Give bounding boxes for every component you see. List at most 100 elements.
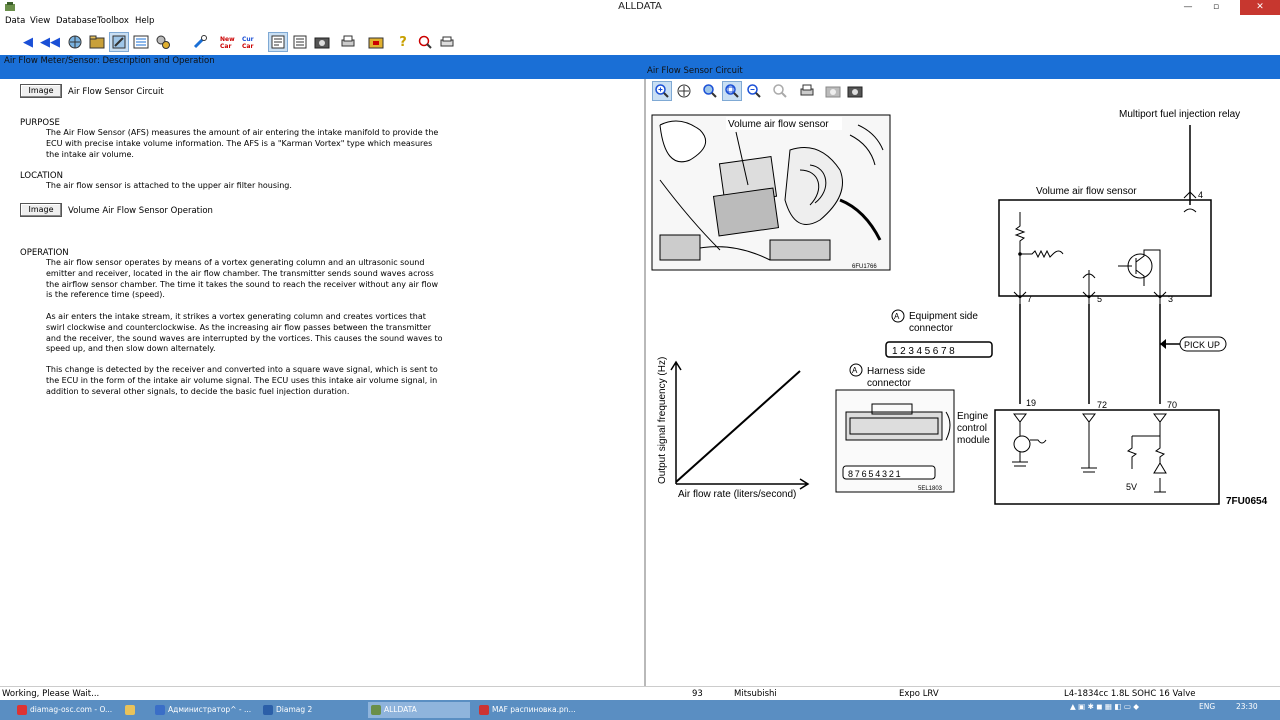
copy-image-icon[interactable] bbox=[823, 81, 843, 101]
status-engine: L4-1834cc 1.8L SOHC 16 Valve bbox=[1064, 689, 1196, 699]
taskbar-item-browser[interactable]: diamag-osc.com - O... bbox=[14, 702, 114, 718]
diamag-icon bbox=[263, 705, 273, 715]
back-all-icon[interactable]: ◀◀ bbox=[40, 32, 60, 52]
purpose-heading: PURPOSE bbox=[20, 118, 60, 128]
svg-text:Engine: Engine bbox=[957, 411, 989, 422]
window-title: ALLDATA bbox=[618, 1, 662, 12]
camera-icon[interactable] bbox=[312, 32, 332, 52]
svg-text:5V: 5V bbox=[1126, 482, 1137, 492]
engine-bay-photo: Volume air flow sensor 6FU1766 bbox=[651, 114, 891, 271]
svg-text:7: 7 bbox=[1027, 294, 1032, 304]
status-message: Working, Please Wait... bbox=[2, 689, 100, 699]
menu-bar: Data View Database Toolbox Help bbox=[0, 15, 1280, 29]
document-view-icon[interactable] bbox=[268, 32, 288, 52]
svg-text:A: A bbox=[852, 366, 858, 375]
svg-text:New: New bbox=[220, 36, 235, 43]
taskbar-item-admin[interactable]: Администратор^ - ... bbox=[152, 702, 254, 718]
zoom-in-icon[interactable] bbox=[652, 81, 672, 101]
menu-view[interactable]: View bbox=[30, 16, 50, 26]
svg-text:control: control bbox=[957, 423, 987, 434]
sensor-box-label: Volume air flow sensor bbox=[1036, 186, 1137, 197]
svg-text:A: A bbox=[894, 312, 900, 321]
svg-text:7FU0654: 7FU0654 bbox=[1226, 496, 1268, 507]
print-image-icon[interactable] bbox=[797, 81, 817, 101]
pan-icon[interactable] bbox=[674, 81, 694, 101]
zoom-out-icon[interactable] bbox=[744, 81, 764, 101]
svg-text:70: 70 bbox=[1167, 400, 1177, 410]
status-make: Mitsubishi bbox=[734, 689, 777, 699]
zoom-reset-icon[interactable] bbox=[770, 81, 790, 101]
graph-xlabel: Air flow rate (liters/second) bbox=[678, 489, 796, 500]
tools-icon[interactable] bbox=[109, 32, 129, 52]
air-flow-sensor-circuit-diagram: Volume air flow sensor 6FU1766 Multiport… bbox=[651, 109, 1268, 507]
svg-text:Equipment side: Equipment side bbox=[909, 311, 978, 322]
back-icon[interactable]: ◀ bbox=[18, 32, 38, 52]
svg-text:3: 3 bbox=[1168, 294, 1173, 304]
image-button-circuit[interactable]: Image bbox=[20, 84, 62, 98]
svg-text:5EL1803: 5EL1803 bbox=[918, 486, 943, 492]
svg-text:Cur: Cur bbox=[242, 36, 254, 43]
purpose-text: The Air Flow Sensor (AFS) measures the a… bbox=[46, 128, 439, 159]
svg-text:connector: connector bbox=[867, 378, 912, 389]
minimize-button[interactable]: — bbox=[1174, 0, 1202, 15]
wrench-icon[interactable] bbox=[190, 32, 210, 52]
car-icon[interactable]: Cur Car bbox=[240, 32, 260, 52]
location-heading: LOCATION bbox=[20, 171, 63, 181]
list-icon[interactable] bbox=[131, 32, 151, 52]
text-view-icon[interactable] bbox=[290, 32, 310, 52]
menu-toolbox[interactable]: Toolbox bbox=[97, 16, 129, 26]
help-icon[interactable]: ? bbox=[393, 32, 413, 52]
image-link-circuit[interactable]: Air Flow Sensor Circuit bbox=[68, 87, 164, 97]
image-pane: Volume air flow sensor 6FU1766 Multiport… bbox=[646, 79, 1280, 686]
taskbar-item-alldata[interactable]: ALLDATA bbox=[368, 702, 470, 718]
taskbar-item-diamag[interactable]: Diamag 2 bbox=[260, 702, 362, 718]
save-image-icon[interactable] bbox=[845, 81, 865, 101]
photo-label: Volume air flow sensor bbox=[728, 119, 829, 130]
maximize-button[interactable]: ▫ bbox=[1202, 0, 1230, 15]
globe-icon[interactable] bbox=[65, 32, 85, 52]
location-text: The air flow sensor is attached to the u… bbox=[46, 181, 292, 190]
status-page: 93 bbox=[692, 689, 703, 699]
pickup-label: PICK UP bbox=[1184, 340, 1220, 350]
zoom-region-icon[interactable] bbox=[722, 81, 742, 101]
pane-header-band: Air Flow Meter/Sensor: Description and O… bbox=[0, 55, 1280, 79]
right-pane-title: Air Flow Sensor Circuit bbox=[647, 66, 743, 76]
title-bar: ALLDATA — ▫ ✕ bbox=[0, 0, 1280, 15]
alldata-icon bbox=[371, 705, 381, 715]
printer-setup-icon[interactable] bbox=[437, 32, 457, 52]
svg-text:module: module bbox=[957, 435, 990, 446]
menu-help[interactable]: Help bbox=[135, 16, 154, 26]
zoom-fit-icon[interactable] bbox=[700, 81, 720, 101]
svg-text:Harness side: Harness side bbox=[867, 366, 926, 377]
status-bar: Working, Please Wait... 93 Mitsubishi Ex… bbox=[0, 686, 1280, 700]
description-pane: Image Air Flow Sensor Circuit PURPOSE Th… bbox=[0, 79, 644, 686]
operation-paragraph-3: This change is detected by the receiver … bbox=[46, 365, 438, 396]
image-button-operation[interactable]: Image bbox=[20, 203, 62, 217]
photo-code: 6FU1766 bbox=[852, 264, 877, 270]
status-model: Expo LRV bbox=[899, 689, 939, 699]
clock[interactable]: 23:30 bbox=[1236, 702, 1258, 711]
graph-ylabel: Output signal frequency (Hz) bbox=[657, 357, 668, 484]
operation-paragraph-2: As air enters the intake stream, it stri… bbox=[46, 312, 443, 354]
taskbar-item-image[interactable]: MAF распиновка.pn... bbox=[476, 702, 580, 718]
language-indicator[interactable]: ENG bbox=[1199, 702, 1215, 711]
svg-text:Car: Car bbox=[220, 43, 231, 50]
svg-text:19: 19 bbox=[1026, 398, 1036, 408]
folder-icon bbox=[125, 705, 135, 715]
svg-text:5: 5 bbox=[1097, 294, 1102, 304]
new-car-icon[interactable]: New Car bbox=[218, 32, 238, 52]
folder-icon[interactable] bbox=[87, 32, 107, 52]
taskbar-item-explorer[interactable] bbox=[122, 702, 146, 718]
svg-text:Car: Car bbox=[242, 43, 253, 50]
harness-pins: 87654321 bbox=[848, 469, 902, 479]
menu-database[interactable]: Database bbox=[56, 16, 97, 26]
folder-save-icon[interactable] bbox=[366, 32, 386, 52]
search-icon[interactable] bbox=[415, 32, 435, 52]
print-icon[interactable] bbox=[338, 32, 358, 52]
close-button[interactable]: ✕ bbox=[1240, 0, 1280, 15]
gears-icon[interactable] bbox=[153, 32, 173, 52]
image-link-operation[interactable]: Volume Air Flow Sensor Operation bbox=[68, 206, 213, 216]
image-toolbar bbox=[646, 79, 1280, 103]
menu-data[interactable]: Data bbox=[5, 16, 25, 26]
tray-icons[interactable]: ▲ ▣ ✱ ◼ ▦ ◧ ▭ ◆ bbox=[1070, 702, 1139, 711]
